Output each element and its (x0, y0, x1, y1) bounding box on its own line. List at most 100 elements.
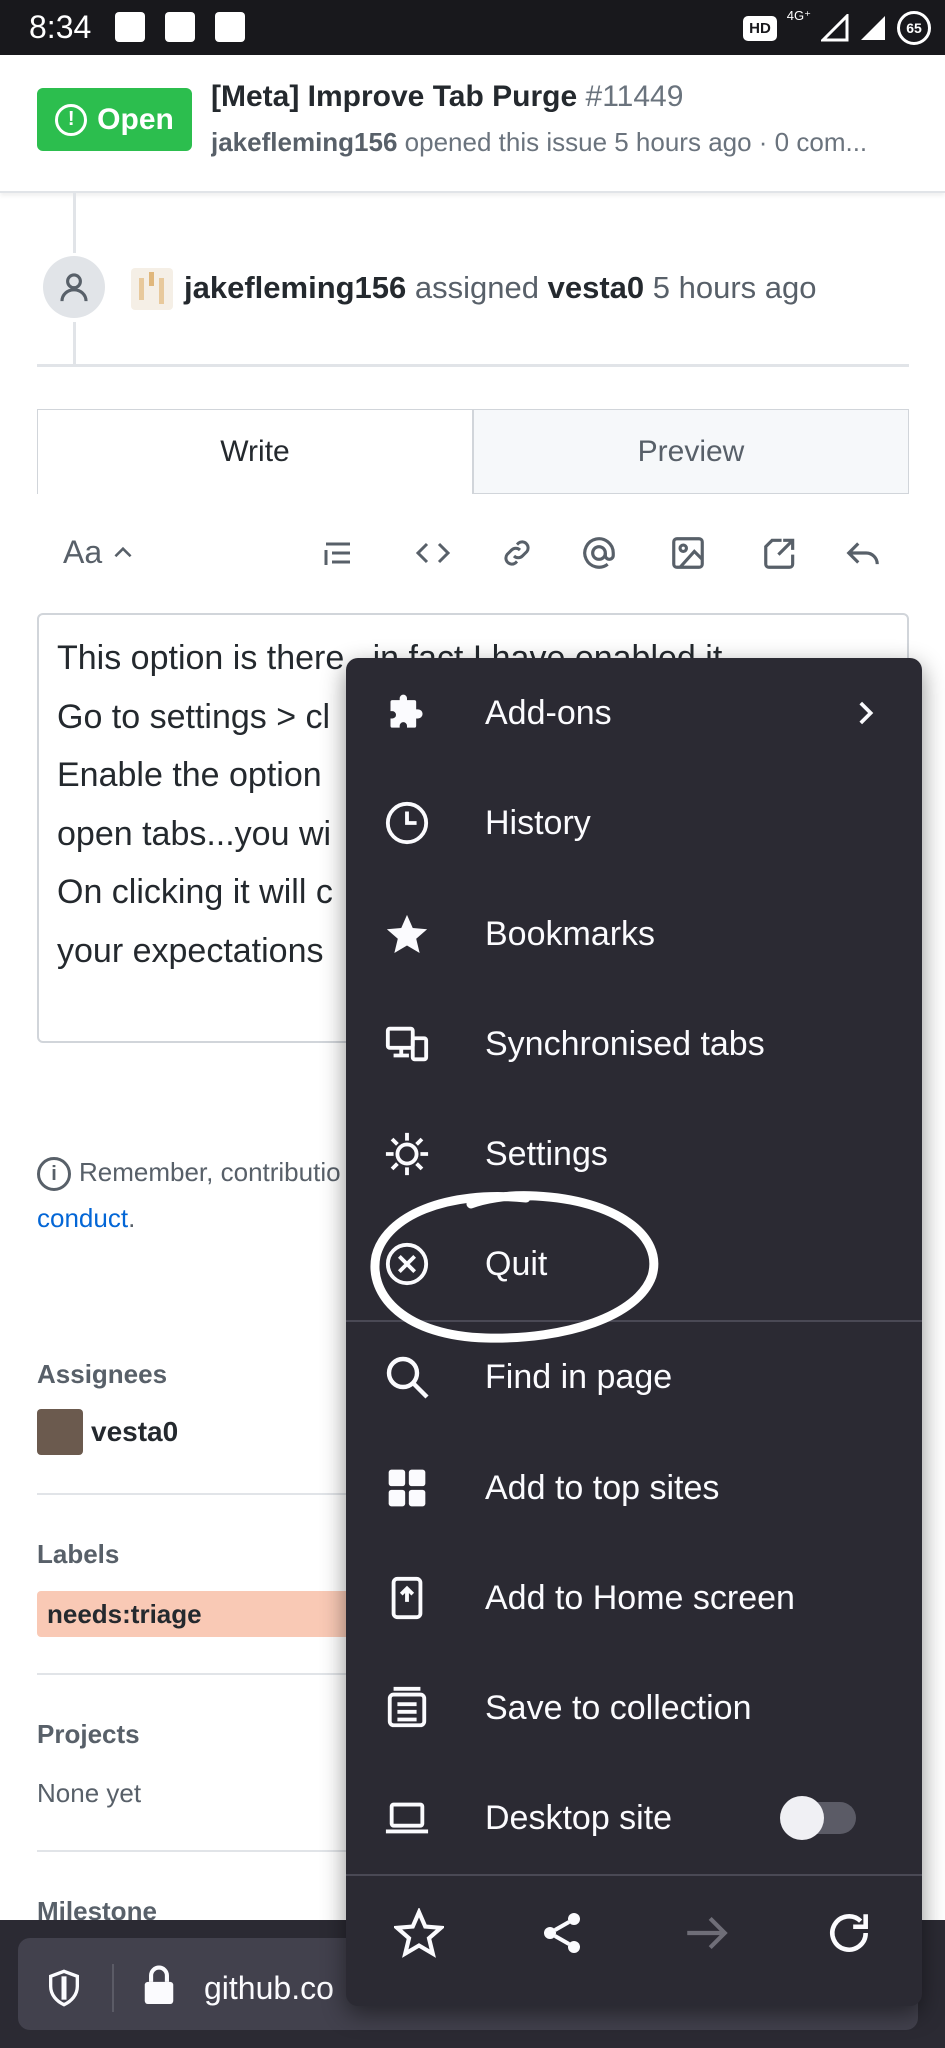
url-text[interactable]: github.co (204, 1970, 334, 2007)
menu-nav-row (346, 1878, 922, 1988)
event-action: assigned (406, 270, 548, 305)
add-home-icon (382, 1573, 432, 1623)
menu-item-find-in-page[interactable]: Find in page (346, 1327, 922, 1427)
code-of-conduct-link[interactable]: conduct (37, 1203, 128, 1233)
battery-icon: 65 (897, 11, 931, 45)
remember-note: i Remember, contributio (37, 1157, 341, 1192)
label-needs-triage[interactable]: needs:triage (37, 1591, 377, 1637)
menu-item-settings[interactable]: Settings (346, 1104, 922, 1204)
event-time: 5 hours ago (644, 270, 817, 305)
menu-label: Synchronised tabs (485, 1024, 765, 1063)
issue-header: ! Open [Meta] Improve Tab Purge #11449 j… (0, 55, 945, 193)
projects-heading[interactable]: Projects (37, 1719, 140, 1750)
issue-title-text: [Meta] Improve Tab Purge (211, 80, 578, 113)
person-icon (43, 256, 105, 318)
devices-icon (382, 1019, 432, 1069)
toggle-knob (780, 1796, 824, 1840)
grid-icon (382, 1463, 432, 1513)
menu-label: Desktop site (485, 1798, 673, 1837)
share-icon[interactable] (532, 1903, 592, 1963)
assignee-link[interactable]: vesta0 (548, 270, 645, 305)
image-notification-icon (215, 12, 245, 42)
assignees-heading[interactable]: Assignees (37, 1359, 167, 1390)
labels-heading[interactable]: Labels (37, 1539, 119, 1570)
info-icon: i (37, 1157, 71, 1192)
menu-item-synchronised-tabs[interactable]: Synchronised tabs (346, 994, 922, 1094)
open-status-badge: ! Open (37, 88, 192, 151)
browser-menu: Add-ons History Bookmarks Synchronised t… (346, 658, 922, 2006)
open-status-label: Open (97, 102, 174, 136)
puzzle-icon (382, 688, 432, 738)
gmail-notification-icon (165, 12, 195, 42)
network-type: 4G⁺ (786, 8, 811, 23)
assignee-avatar (37, 1409, 83, 1455)
shield-icon[interactable] (44, 1968, 84, 2008)
remember-text: Remember, contributio (79, 1157, 341, 1187)
chevron-right-icon (859, 701, 874, 725)
issue-author-link[interactable]: jakefleming156 (211, 127, 397, 157)
menu-label: Bookmarks (485, 914, 656, 953)
timeline-line (73, 193, 76, 253)
sidebar-divider (37, 1673, 377, 1675)
assignee-item[interactable]: vesta0 (37, 1409, 178, 1455)
menu-label: Settings (485, 1134, 608, 1173)
signal-full-icon (861, 16, 885, 40)
lock-icon[interactable] (140, 1964, 178, 2006)
issue-meta: jakefleming156 opened this issue 5 hours… (211, 127, 891, 158)
assignee-name: vesta0 (91, 1416, 179, 1447)
actor-link[interactable]: jakefleming156 (184, 270, 406, 305)
menu-item-save-to-collection[interactable]: Save to collection (346, 1658, 922, 1758)
mention-icon[interactable] (576, 530, 622, 576)
url-separator (112, 1964, 114, 2012)
code-icon[interactable] (410, 530, 456, 576)
menu-label: History (485, 803, 591, 842)
document-notification-icon (115, 12, 145, 42)
cross-reference-icon[interactable] (757, 530, 803, 576)
timeline-divider (37, 364, 909, 367)
tab-preview[interactable]: Preview (473, 409, 909, 494)
menu-item-add-ons[interactable]: Add-ons (346, 663, 922, 763)
signal-icon (821, 14, 849, 42)
menu-label: Save to collection (485, 1688, 752, 1727)
issue-title: [Meta] Improve Tab Purge #11449 (211, 80, 683, 114)
menu-divider (346, 1320, 922, 1322)
reload-icon[interactable] (819, 1903, 879, 1963)
clock-icon (382, 798, 432, 848)
search-icon (382, 1352, 432, 1402)
menu-label: Add to Home screen (485, 1578, 795, 1617)
reply-icon[interactable] (840, 530, 886, 576)
image-icon[interactable] (665, 530, 711, 576)
menu-item-history[interactable]: History (346, 773, 922, 873)
issue-number: #11449 (585, 80, 684, 113)
menu-item-add-to-home-screen[interactable]: Add to Home screen (346, 1548, 922, 1648)
menu-item-desktop-site[interactable]: Desktop site (346, 1768, 922, 1868)
status-indicators: HD 4G⁺ 65 (743, 8, 931, 48)
actor-avatar[interactable] (131, 268, 173, 310)
collection-icon (382, 1683, 432, 1733)
menu-item-add-to-top-sites[interactable]: Add to top sites (346, 1438, 922, 1538)
status-time: 8:34 (29, 9, 92, 45)
bookmark-page-star-icon[interactable] (389, 1903, 449, 1963)
menu-label: Add to top sites (485, 1468, 720, 1507)
issue-meta-text: opened this issue 5 hours ago · 0 com... (397, 127, 868, 157)
timeline-line (73, 322, 76, 366)
conduct-link-row: conduct. (37, 1203, 135, 1234)
gear-icon (382, 1129, 432, 1179)
menu-item-bookmarks[interactable]: Bookmarks (346, 884, 922, 984)
menu-label: Quit (485, 1244, 548, 1283)
link-icon[interactable] (494, 530, 540, 576)
timeline-event-text: jakefleming156 assigned vesta0 5 hours a… (184, 270, 817, 306)
tab-write[interactable]: Write (37, 409, 473, 494)
desktop-site-toggle[interactable] (780, 1796, 856, 1840)
menu-label: Find in page (485, 1357, 673, 1396)
star-icon (382, 909, 432, 959)
sidebar-divider (37, 1850, 377, 1852)
chevron-up-icon (114, 546, 132, 557)
menu-item-quit[interactable]: Quit (346, 1214, 922, 1314)
menu-label: Add-ons (485, 693, 612, 732)
projects-value: None yet (37, 1778, 142, 1808)
text-format-button[interactable]: Aa (63, 534, 136, 571)
forward-arrow-icon[interactable] (676, 1903, 736, 1963)
status-bar: 8:34 HD 4G⁺ 65 (0, 0, 945, 55)
list-icon[interactable] (315, 530, 361, 576)
